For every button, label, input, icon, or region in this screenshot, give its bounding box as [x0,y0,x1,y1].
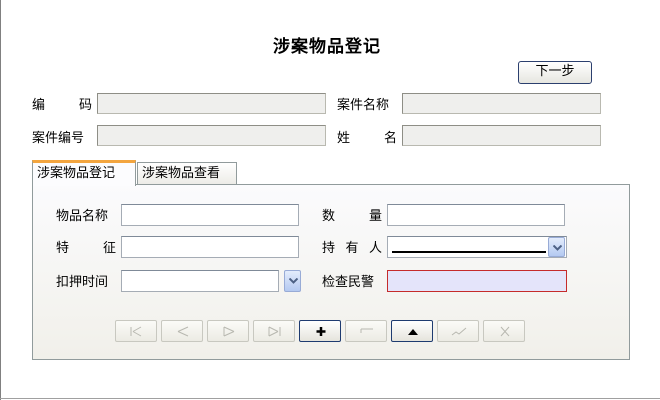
next-record-button[interactable] [207,320,249,342]
case-name-label: 案件名称 [337,98,390,113]
tab-item-view[interactable]: 涉案物品查看 [137,162,237,185]
minus-icon [360,328,373,333]
seize-time-dropdown-button[interactable] [284,270,301,292]
item-name-label: 物品名称 [56,209,109,224]
window-left-border [0,0,1,400]
cross-icon [500,326,510,337]
feature-label: 特 征 [56,241,116,256]
holder-select-underline [392,251,546,253]
code-field[interactable] [97,93,326,114]
quantity-input[interactable] [387,204,565,226]
holder-select[interactable] [387,236,567,258]
feature-input[interactable] [121,236,299,258]
last-record-icon [268,326,281,337]
triangle-up-icon [408,329,418,335]
first-record-button[interactable] [115,320,157,342]
first-record-icon [130,326,142,337]
post-record-button[interactable] [437,320,479,342]
last-record-button[interactable] [253,320,295,342]
seize-time-label: 扣押时间 [56,275,109,290]
check-icon [451,327,467,336]
delete-record-button[interactable] [345,320,387,342]
prior-record-button[interactable] [161,320,203,342]
chevron-down-icon [553,245,562,251]
page-title: 涉案物品登记 [273,37,381,57]
case-number-field[interactable] [97,125,326,146]
cancel-record-button[interactable] [483,320,525,342]
next-record-icon [223,326,235,337]
tab-panel-register: 物品名称 数 量 特 征 持 有 人 扣押时间 检查民警 [32,184,630,360]
next-step-button[interactable]: 下一步 [518,61,592,84]
prior-record-icon [177,326,189,337]
officer-label: 检查民警 [322,275,375,290]
officer-input[interactable] [387,270,567,292]
window-bottom-border [0,398,660,399]
chevron-down-icon [289,278,298,284]
item-name-input[interactable] [121,204,299,226]
seize-time-input[interactable] [121,270,279,292]
edit-record-button[interactable] [391,320,433,342]
person-name-field[interactable] [402,125,601,146]
person-name-label: 姓 名 [337,131,397,146]
holder-dropdown-button[interactable] [548,237,565,257]
code-label: 编 码 [32,98,92,113]
insert-record-button[interactable] [299,320,341,342]
case-name-field[interactable] [402,93,601,114]
quantity-label: 数 量 [322,209,382,224]
plus-icon [316,327,326,336]
tab-item-register[interactable]: 涉案物品登记 [32,160,136,186]
case-number-label: 案件编号 [32,131,85,146]
holder-label: 持 有 人 [322,241,382,256]
